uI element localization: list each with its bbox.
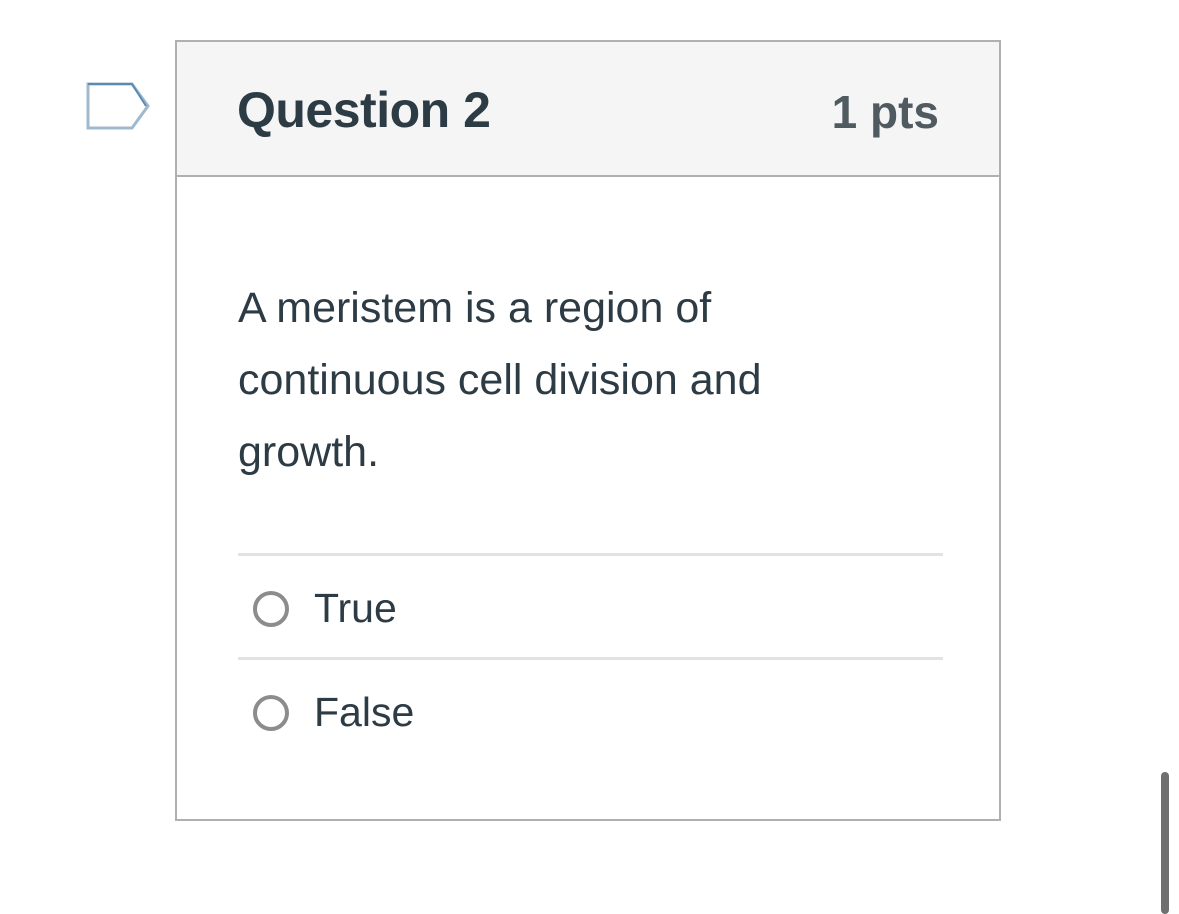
question-header: Question 2 1 pts (177, 42, 999, 177)
question-text: A meristem is a region of continuous cel… (238, 284, 762, 476)
question-points: 1 pts (831, 86, 939, 138)
answer-label: False (314, 689, 415, 735)
scrollbar-thumb[interactable] (1161, 772, 1169, 914)
answer-label: True (314, 585, 397, 631)
answer-option-true[interactable]: True (238, 553, 943, 657)
radio-unchecked-icon[interactable] (253, 591, 289, 627)
answer-list: True False (238, 553, 943, 761)
answer-option-false[interactable]: False (238, 657, 943, 761)
flag-question-icon[interactable] (86, 82, 150, 130)
question-title: Question 2 (237, 82, 491, 138)
question-card: Question 2 1 pts A meristem is a region … (175, 40, 1001, 821)
radio-unchecked-icon[interactable] (253, 695, 289, 731)
